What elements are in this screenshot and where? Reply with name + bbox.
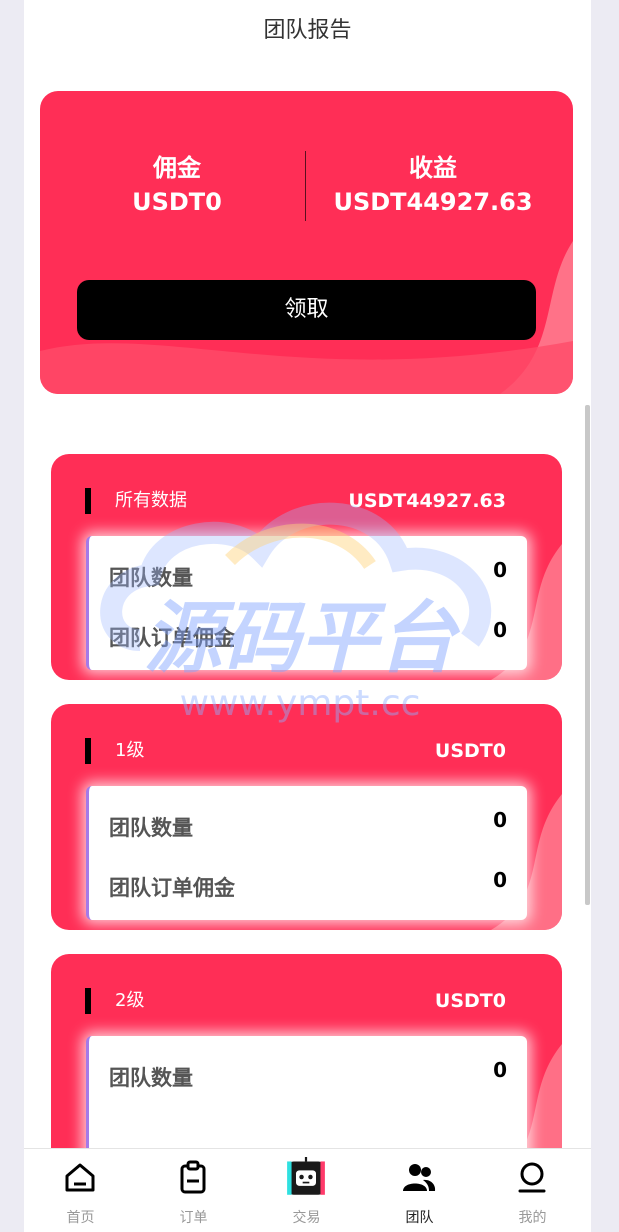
team-count-value: 0: [493, 558, 507, 582]
tab-label: 我的: [518, 1210, 547, 1226]
bottom-tab-bar: 首页 订单 交易 团队 我的: [24, 1148, 591, 1232]
tab-team[interactable]: 团队: [363, 1149, 476, 1232]
card-amount: USDT44927.63: [348, 490, 506, 512]
tab-label: 订单: [179, 1210, 208, 1226]
robot-icon: [287, 1157, 325, 1195]
team-count-row: 团队数量 0: [109, 1058, 507, 1092]
card-amount: USDT0: [434, 740, 506, 762]
team-count-row: 团队数量 0: [109, 558, 507, 592]
card-level-2: 2级 USDT0 团队数量 0: [51, 954, 562, 1180]
hero-wave-decoration: [40, 241, 573, 394]
card-amount: USDT0: [434, 990, 506, 1012]
scrollbar[interactable]: [585, 405, 590, 905]
tab-label: 首页: [66, 1210, 95, 1226]
order-commission-row: 团队订单佣金 0: [109, 618, 507, 652]
income-label: 收益: [409, 154, 457, 182]
card-title: 所有数据: [115, 490, 187, 511]
tab-orders[interactable]: 订单: [137, 1149, 250, 1232]
clipboard-icon: [180, 1160, 206, 1194]
summary-divider: [305, 151, 306, 221]
order-commission-value: 0: [493, 868, 507, 892]
team-count-label: 团队数量: [109, 816, 193, 840]
card-title: 1级: [115, 740, 145, 761]
card-stats: 团队数量 0 团队订单佣金 0: [86, 786, 527, 920]
team-count-value: 0: [493, 1058, 507, 1082]
income-block: 收益 USDT44927.63: [318, 151, 548, 219]
income-value: USDT44927.63: [333, 188, 533, 216]
team-count-label: 团队数量: [109, 566, 193, 590]
team-count-label: 团队数量: [109, 1066, 193, 1090]
order-commission-label: 团队订单佣金: [109, 626, 235, 650]
tab-profile[interactable]: 我的: [476, 1149, 589, 1232]
order-commission-label: 团队订单佣金: [109, 876, 235, 900]
team-icon: [403, 1164, 436, 1191]
commission-label: 佣金: [153, 154, 201, 182]
home-icon: [65, 1163, 95, 1192]
commission-value: USDT0: [132, 188, 222, 216]
card-all-data: 所有数据 USDT44927.63 团队数量 0 团队订单佣金 0: [51, 454, 562, 680]
tab-trade[interactable]: 交易: [250, 1149, 363, 1232]
card-marker: [85, 738, 91, 764]
card-marker: [85, 488, 91, 514]
page-title: 团队报告: [263, 18, 352, 43]
tab-label: 团队: [405, 1210, 434, 1226]
profile-icon: [518, 1162, 546, 1193]
order-commission-row: 团队订单佣金 0: [109, 868, 507, 902]
card-stats: 团队数量 0 团队订单佣金 0: [86, 536, 527, 670]
claim-button[interactable]: 领取: [77, 280, 536, 340]
summary-card: 佣金 USDT0 收益 USDT44927.63 领取: [40, 91, 573, 394]
order-commission-value: 0: [493, 618, 507, 642]
card-title: 2级: [115, 990, 145, 1011]
commission-block: 佣金 USDT0: [62, 151, 292, 219]
card-marker: [85, 988, 91, 1014]
tab-label: 交易: [292, 1210, 321, 1226]
team-report-page: 团队报告 佣金 USDT0 收益 USDT44927.63 领取 所有数据 US…: [24, 0, 591, 1232]
card-level-1: 1级 USDT0 团队数量 0 团队订单佣金 0: [51, 704, 562, 930]
team-count-value: 0: [493, 808, 507, 832]
tab-home[interactable]: 首页: [24, 1149, 137, 1232]
team-count-row: 团队数量 0: [109, 808, 507, 842]
